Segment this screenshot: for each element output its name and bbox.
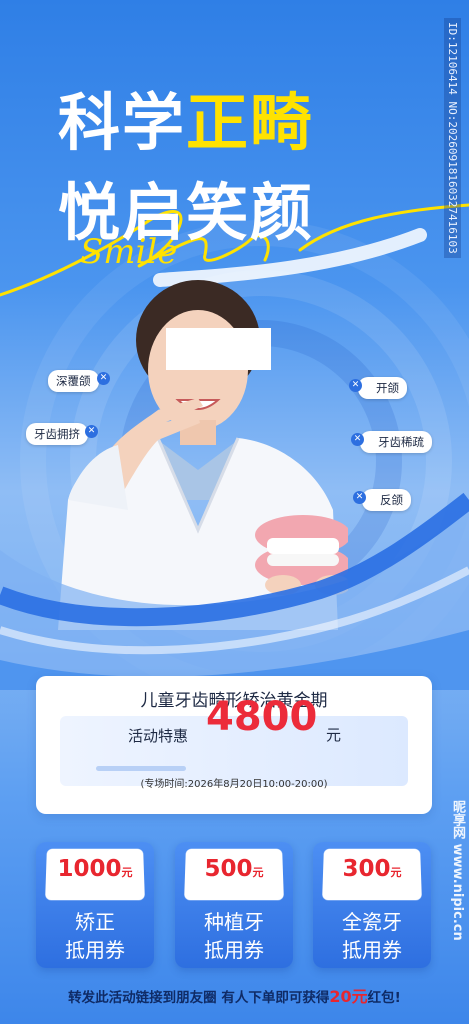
close-icon: ✕ [351,433,364,446]
coupon-amount: 500元 [175,856,293,882]
promo-label: 活动特惠 [128,727,189,745]
event-time: (专场时间:2026年8月20日10:00-20:00) [140,779,328,790]
image-id-label: ID:12106414 NO:20260918160327416103 [444,18,461,258]
coupon-line2: 抵用券 [204,938,264,962]
tag-crowding: 牙齿拥挤 [26,423,88,445]
close-icon: ✕ [349,379,362,392]
coupon-amount: 300元 [313,856,431,882]
coupon-line1: 矫正 [75,910,115,934]
headline-white-text: 科学 [58,86,187,159]
coupon-ceramic[interactable]: 300元 全瓷牙 抵用券 [313,842,431,968]
coupon-amount-unit: 元 [390,866,402,879]
tag-label: 牙齿稀疏 [378,435,424,449]
promo-card: 儿童牙齿畸形矫治黄金期 活动特惠 4800 元 (专场时间:2026年8月20日… [36,676,432,814]
coupon-line1: 全瓷牙 [342,910,402,934]
ticket-stripe [96,766,186,771]
coupon-orthodontic[interactable]: 1000元 矫正 抵用券 [36,842,154,968]
coupon-amount-value: 500 [204,856,253,882]
close-icon: ✕ [353,491,366,504]
poster: 科学正畸 悦启笑颜 Smile ID:12106414 NO:202609181… [0,0,469,1024]
coupon-amount-value: 1000 [57,856,122,882]
wave-decoration [0,492,469,690]
coupon-amount-unit: 元 [252,866,264,879]
price-unit: 元 [326,726,342,744]
script-word: Smile [80,232,178,272]
tag-spacing: 牙齿稀疏 [360,431,432,453]
coupon-amount: 1000元 [36,856,154,882]
close-icon: ✕ [97,372,110,385]
tag-label: 深覆颌 [56,374,91,388]
coupon-implant[interactable]: 500元 种植牙 抵用券 [175,842,293,968]
coupon-amount-value: 300 [342,856,391,882]
coupon-line2: 抵用券 [342,938,402,962]
tag-label: 反颌 [380,493,403,507]
tag-open-bite: 开颌 [358,377,407,399]
share-footer: 转发此活动链接到朋友圈 有人下单即可获得20元红包! [0,983,469,1007]
tag-deep-overbite: 深覆颌 [48,370,99,392]
coupon-line2: 抵用券 [65,938,125,962]
headline-yellow-text: 正畸 [186,86,315,159]
tag-label: 牙齿拥挤 [34,427,80,441]
headline-line1: 科学正畸 [58,92,314,154]
close-icon: ✕ [85,425,98,438]
tag-underbite: 反颌 [362,489,411,511]
promo-price: 4800 [206,694,318,740]
coupon-amount-unit: 元 [121,866,133,879]
tag-label: 开颌 [376,381,399,395]
footer-suffix: 红包! [367,990,401,1006]
footer-prefix: 转发此活动链接到朋友圈 有人下单即可获得 [68,990,330,1006]
watermark: 昵享网 www.nipic.cn [450,800,465,941]
footer-highlight: 20元 [329,987,368,1006]
coupon-line1: 种植牙 [204,910,264,934]
